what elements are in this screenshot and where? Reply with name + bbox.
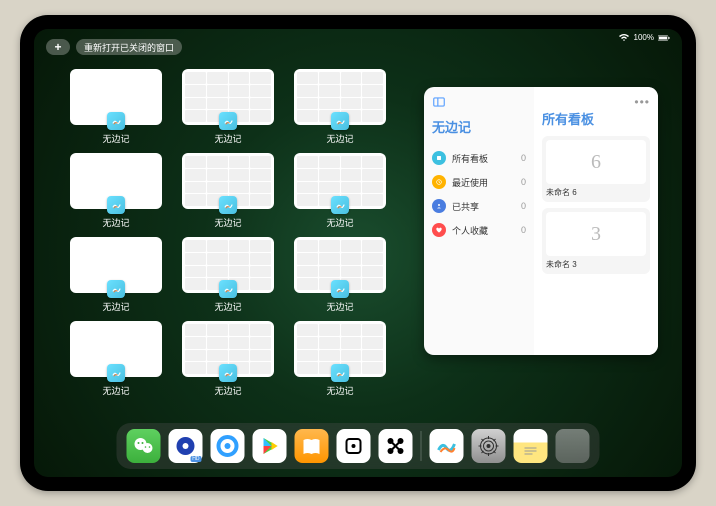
board-card[interactable]: 6 未命名 6 [542, 136, 650, 202]
freeform-app-icon [331, 112, 349, 130]
nav-item[interactable]: 最近使用 0 [432, 170, 526, 194]
plus-icon: + [54, 40, 61, 54]
nav-icon [432, 199, 446, 213]
window-label: 无边记 [102, 216, 129, 229]
nav-icon [432, 223, 446, 237]
freeform-panel[interactable]: 无边记 所有看板 0 最近使用 0 已共享 0 个人收藏 0 ••• 所有看板 6 未命名 6 3… [424, 87, 658, 355]
freeform-app-icon [219, 280, 237, 298]
board-thumb: 3 [546, 212, 646, 256]
nav-icon [432, 151, 446, 165]
window-label: 无边记 [326, 132, 353, 145]
window-label: 无边记 [326, 216, 353, 229]
window-thumbnail[interactable]: 无边记 [182, 321, 274, 397]
dock-browser[interactable] [211, 429, 245, 463]
window-label: 无边记 [102, 132, 129, 145]
dock-dice[interactable] [337, 429, 371, 463]
window-thumbnail[interactable]: 无边记 [70, 153, 162, 229]
ipad-frame: 100% + 重新打开已关闭的窗口 无边记无边记无边记无边记无边记无边记无边记无… [20, 15, 696, 491]
dock-freeform[interactable] [430, 429, 464, 463]
sidebar-toggle-icon[interactable] [432, 95, 446, 109]
reopen-label: 重新打开已关闭的窗口 [84, 41, 174, 54]
window-label: 无边记 [214, 216, 241, 229]
board-card[interactable]: 3 未命名 3 [542, 208, 650, 274]
panel-sidebar: 无边记 所有看板 0 最近使用 0 已共享 0 个人收藏 0 [424, 87, 534, 355]
dock-browser-hd[interactable]: HD [169, 429, 203, 463]
window-thumbnail[interactable]: 无边记 [294, 69, 386, 145]
dock-connect[interactable] [379, 429, 413, 463]
window-label: 无边记 [326, 384, 353, 397]
dock-play-store[interactable] [253, 429, 287, 463]
window-thumbnail[interactable]: 无边记 [294, 237, 386, 313]
dock-settings[interactable] [472, 429, 506, 463]
nav-label: 最近使用 [452, 176, 488, 189]
dock: HD [117, 423, 600, 469]
dock-notes[interactable] [514, 429, 548, 463]
window-thumbnail[interactable]: 无边记 [294, 153, 386, 229]
window-label: 无边记 [214, 300, 241, 313]
reopen-closed-window-chip[interactable]: 重新打开已关闭的窗口 [76, 39, 182, 55]
window-thumbnail[interactable]: 无边记 [182, 153, 274, 229]
panel-right-title: 所有看板 [542, 109, 650, 128]
board-thumb: 6 [546, 140, 646, 184]
freeform-app-icon [107, 280, 125, 298]
freeform-app-icon [219, 112, 237, 130]
board-name: 未命名 6 [546, 187, 646, 198]
nav-item[interactable]: 所有看板 0 [432, 146, 526, 170]
freeform-app-icon [331, 280, 349, 298]
window-thumbnail[interactable]: 无边记 [294, 321, 386, 397]
window-label: 无边记 [102, 384, 129, 397]
wifi-icon [618, 34, 630, 42]
nav-count: 0 [521, 153, 526, 163]
window-label: 无边记 [326, 300, 353, 313]
panel-left-title: 无边记 [432, 117, 526, 136]
battery-text: 100% [634, 33, 654, 42]
window-grid: 无边记无边记无边记无边记无边记无边记无边记无边记无边记无边记无边记无边记 [70, 69, 400, 397]
nav-item[interactable]: 已共享 0 [432, 194, 526, 218]
freeform-app-icon [331, 196, 349, 214]
dock-books[interactable] [295, 429, 329, 463]
freeform-app-icon [107, 196, 125, 214]
new-window-button[interactable]: + [46, 39, 70, 55]
screen: 100% + 重新打开已关闭的窗口 无边记无边记无边记无边记无边记无边记无边记无… [34, 29, 682, 477]
window-thumbnail[interactable]: 无边记 [70, 69, 162, 145]
nav-label: 已共享 [452, 200, 479, 213]
window-thumbnail[interactable]: 无边记 [70, 237, 162, 313]
board-name: 未命名 3 [546, 259, 646, 270]
nav-label: 所有看板 [452, 152, 488, 165]
status-bar: 100% [618, 33, 670, 42]
freeform-app-icon [219, 364, 237, 382]
battery-icon [658, 34, 670, 42]
freeform-app-icon [331, 364, 349, 382]
topbar: + 重新打开已关闭的窗口 [46, 39, 182, 55]
freeform-app-icon [107, 364, 125, 382]
dock-divider [421, 431, 422, 461]
nav-icon [432, 175, 446, 189]
window-thumbnail[interactable]: 无边记 [70, 321, 162, 397]
dock-app-folder[interactable] [556, 429, 590, 463]
more-icon[interactable]: ••• [634, 95, 650, 109]
nav-item[interactable]: 个人收藏 0 [432, 218, 526, 242]
window-thumbnail[interactable]: 无边记 [182, 69, 274, 145]
window-label: 无边记 [214, 384, 241, 397]
dock-wechat[interactable] [127, 429, 161, 463]
panel-main: ••• 所有看板 6 未命名 6 3 未命名 3 [534, 87, 658, 355]
window-label: 无边记 [102, 300, 129, 313]
nav-count: 0 [521, 225, 526, 235]
window-thumbnail[interactable]: 无边记 [182, 237, 274, 313]
freeform-app-icon [107, 112, 125, 130]
nav-label: 个人收藏 [452, 224, 488, 237]
freeform-app-icon [219, 196, 237, 214]
nav-count: 0 [521, 201, 526, 211]
nav-count: 0 [521, 177, 526, 187]
window-label: 无边记 [214, 132, 241, 145]
hd-badge: HD [190, 456, 201, 462]
